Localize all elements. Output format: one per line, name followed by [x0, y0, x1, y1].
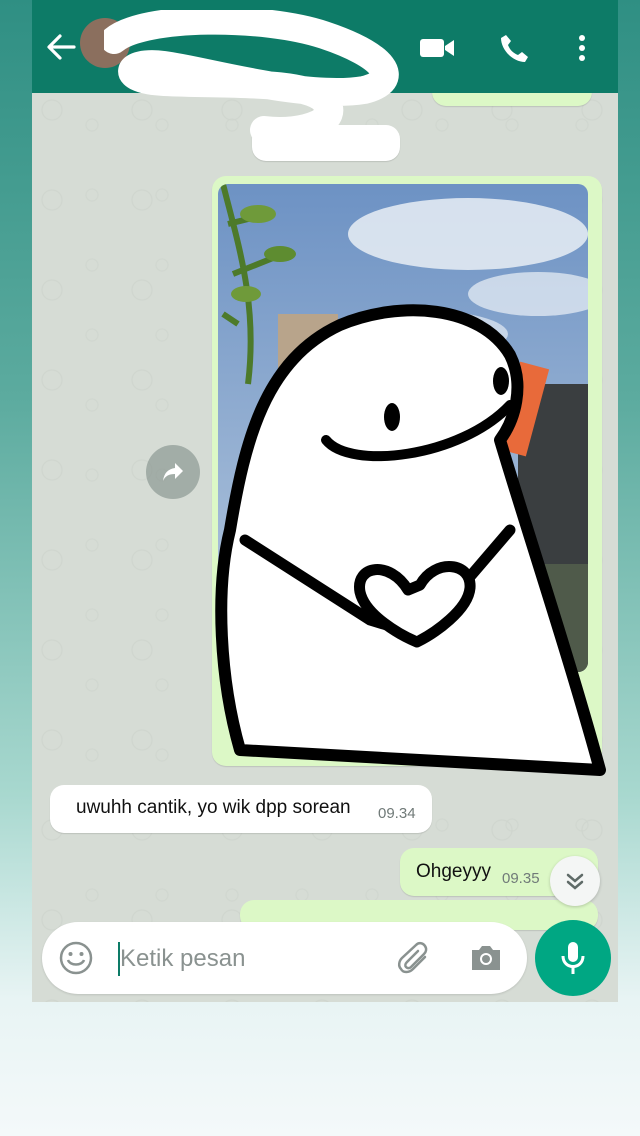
- forward-icon: [163, 463, 183, 481]
- phone-icon[interactable]: [494, 28, 534, 68]
- more-vert-icon[interactable]: [562, 28, 602, 68]
- blob-heart-sticker: [215, 304, 606, 776]
- message-text: uwuhh cantik, yo wik dpp sorean: [76, 797, 351, 818]
- message-time: 09.35: [502, 870, 540, 887]
- attach-icon[interactable]: [397, 940, 433, 981]
- message-text: Ohgeyyy: [416, 861, 491, 882]
- double-chevron-down-icon: [566, 873, 584, 890]
- camera-icon[interactable]: [468, 940, 504, 981]
- incoming-message-bubble[interactable]: uwuhh cantik, yo wik dpp sorean 09.34: [50, 785, 432, 833]
- mic-icon: [561, 942, 585, 974]
- back-arrow-icon[interactable]: [44, 30, 78, 64]
- video-call-icon[interactable]: [417, 28, 457, 68]
- message-composer[interactable]: Ketik pesan: [42, 922, 527, 994]
- forward-button[interactable]: [146, 445, 200, 499]
- emoji-icon[interactable]: [58, 940, 94, 981]
- redaction-scribble: [104, 10, 399, 140]
- scroll-to-bottom-button[interactable]: [550, 856, 600, 906]
- voice-record-button[interactable]: [535, 920, 611, 996]
- message-input[interactable]: Ketik pesan: [120, 945, 245, 973]
- chat-screen: 20.00: [32, 0, 618, 1002]
- message-time: 09.34: [378, 805, 416, 822]
